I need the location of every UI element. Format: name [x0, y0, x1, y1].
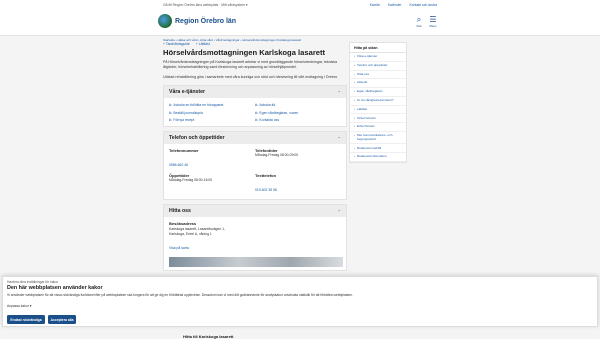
textphone-link[interactable]: 019-602 35 58 — [255, 188, 277, 192]
arrow-icon: › — [354, 133, 356, 138]
arrow-icon: › — [354, 98, 356, 102]
arrow-icon: › — [354, 71, 356, 76]
eservice-link[interactable]: ⧉ Förnya recept — [169, 117, 255, 125]
toc-item[interactable]: › Hitta oss — [350, 71, 406, 80]
phone-heading: Telefon och öppettider — [169, 135, 225, 142]
eservice-link[interactable]: ⧉ Beställ journalkopia — [169, 109, 255, 117]
map-link[interactable]: Visa på karta — [169, 246, 189, 250]
external-link-icon: ⧉ — [255, 110, 258, 115]
page-title: Hörselvårdsmottagningen Karlskoga lasare… — [163, 48, 326, 57]
eservice-link[interactable]: ⧉ Kontakta oss — [255, 117, 341, 125]
logo-emblem-icon — [158, 14, 172, 28]
eservice-link[interactable]: ⧉ Avboka en tid/hitta en hörapparat — [169, 101, 255, 109]
topbar-left-text[interactable]: Gå till Region Örebro läns webbplats · M… — [163, 3, 248, 7]
find-heading: Hitta oss — [169, 208, 191, 215]
external-link-icon: ⧉ — [169, 103, 172, 108]
cookie-banner: Hantera dina inställningar för kakor Den… — [2, 276, 598, 327]
eservices-list: ⧉ Avboka en tid/hitta en hörapparat ⧉ Avbo… — [164, 98, 346, 126]
page-toc: Hitta på sidan › Våra e-tjänster › Telefon… — [349, 42, 407, 163]
customize-cookies-toggle[interactable]: Anpassa kakor ▾ — [7, 304, 31, 308]
search-button[interactable]: ⌕ Sök — [412, 15, 426, 28]
phone-details: Telefonnummer 0586-662 46 Telefontider M… — [164, 144, 346, 199]
tel-label: Telefonnummer — [169, 148, 199, 154]
eservices-heading: Våra e-tjänster — [169, 89, 206, 96]
external-link-icon: ⧉ — [255, 118, 258, 123]
toc-item[interactable]: › Är du vårdgivare/remitent? — [350, 97, 406, 106]
chevron-up-icon: ⌃ — [337, 208, 341, 214]
main-content: + Tandvårdsguide + Lättläst Hörselvårdsm… — [163, 42, 347, 275]
open-value: Måndag-Fredag 08:00-16:00 — [169, 178, 213, 183]
external-link-icon: ⧉ — [169, 110, 172, 115]
toc-item[interactable]: › Våra e-tjänster — [350, 53, 406, 62]
location-title: Hitta till Karlskoga lasarett — [183, 334, 234, 339]
external-link-icon: ⧉ — [255, 103, 258, 108]
find-details: Besöksadress Karlskoga lasarett, Lasaret… — [164, 217, 346, 270]
find-header[interactable]: Hitta oss ⌃ — [164, 205, 346, 218]
toc-item[interactable]: › Lättläst — [350, 106, 406, 115]
search-icon: ⌕ — [416, 15, 422, 24]
eservice-link[interactable]: ⧉ Avboka tid — [255, 101, 341, 109]
logo-text: Region Örebro län — [175, 17, 237, 25]
menu-icon: ☰ — [429, 15, 437, 24]
times-value: Måndag-Fredag 08:00-09:00 — [255, 153, 299, 158]
tag-link-lattlast[interactable]: + Lättläst — [196, 42, 210, 46]
chevron-up-icon: ⌃ — [337, 89, 341, 95]
arrow-icon: › — [354, 80, 356, 85]
top-utility-bar: Gå till Region Örebro läns webbplats · M… — [0, 0, 600, 9]
eservices-section: Våra e-tjänster ⌃ ⧉ Avboka en tid/hitta e… — [163, 85, 347, 128]
chevron-up-icon: ⌃ — [337, 135, 341, 141]
arrow-icon: › — [354, 62, 356, 67]
toc-item[interactable]: › Erfar hörseln — [350, 123, 406, 133]
external-link-icon: ⧉ — [169, 118, 172, 123]
eservice-link[interactable]: ⧉ Egen vårdbegäran, vuxen — [255, 109, 341, 117]
logo[interactable]: Region Örebro län — [158, 14, 236, 28]
toc-item[interactable]: › Mer kommunikations- och begreppsstöd — [350, 132, 406, 145]
toc-item[interactable]: › Relaterat innehåll — [350, 144, 406, 154]
site-header: Region Örebro län ⌕ Sök ☰ Meny — [0, 9, 600, 36]
toc-item[interactable]: › Relaterad information — [350, 153, 406, 162]
cookie-settings-link[interactable]: Hantera dina inställningar för kakor — [7, 280, 58, 284]
tel-link[interactable]: 0586-662 46 — [169, 163, 188, 167]
arrow-icon: › — [354, 124, 356, 129]
arrow-icon: › — [354, 106, 356, 111]
phone-header[interactable]: Telefon och öppettider ⌃ — [164, 132, 346, 145]
arrow-icon: › — [354, 115, 356, 120]
search-label: Sök — [416, 24, 422, 28]
toc-item[interactable]: › Telefon och öppettider — [350, 62, 406, 71]
toc-heading: Hitta på sidan — [350, 43, 406, 53]
cookie-title: Den här webbplatsen använder kakor — [7, 285, 103, 291]
topbar-link-careers[interactable]: Karriär — [370, 3, 380, 7]
topbar-link-calendar[interactable]: Kalender — [388, 3, 402, 7]
menu-button[interactable]: ☰ Meny — [426, 15, 440, 28]
arrow-icon: › — [354, 154, 356, 159]
address-line-2: Karlskoga, Entré A, våning 1 — [169, 231, 212, 236]
location-photo — [169, 256, 343, 267]
toc-item[interactable]: › Egen vårdbegäran — [350, 88, 406, 97]
toc-item[interactable]: › Ordet hörseln — [350, 114, 406, 124]
find-section: Hitta oss ⌃ Besöksadress Karlskoga lasar… — [163, 204, 347, 271]
visit-label: Besöksadress — [169, 221, 197, 227]
topbar-link-contact[interactable]: Kontakt och andra — [409, 3, 437, 7]
necessary-only-button[interactable]: Endast nödvändiga — [7, 315, 45, 324]
phone-section: Telefon och öppettider ⌃ Telefonnummer 0… — [163, 131, 347, 201]
topbar-links: Karriär Kalender Kontakt och andra — [370, 3, 437, 7]
accept-all-button[interactable]: Acceptera alla — [48, 315, 76, 324]
menu-label: Meny — [429, 24, 437, 28]
toc-item[interactable]: › Aktuellt — [350, 79, 406, 89]
tag-link-tandvard[interactable]: + Tandvårdsguide — [163, 42, 190, 46]
cookie-body: Vi använder webbplatsen för att vissa nö… — [7, 293, 353, 297]
intro-text: På Hörselvårdsmottagningen på Karlskoga … — [163, 60, 337, 69]
textphone-label: Texttelefon — [255, 173, 277, 179]
arrow-icon: › — [354, 89, 356, 94]
arrow-icon: › — [354, 145, 356, 150]
eservices-header[interactable]: Våra e-tjänster ⌃ — [164, 86, 346, 99]
body-paragraph: Utökad rehabilitering görs i samarbete m… — [163, 74, 338, 79]
tag-links: + Tandvårdsguide + Lättläst — [163, 42, 347, 46]
arrow-icon: › — [354, 54, 356, 59]
